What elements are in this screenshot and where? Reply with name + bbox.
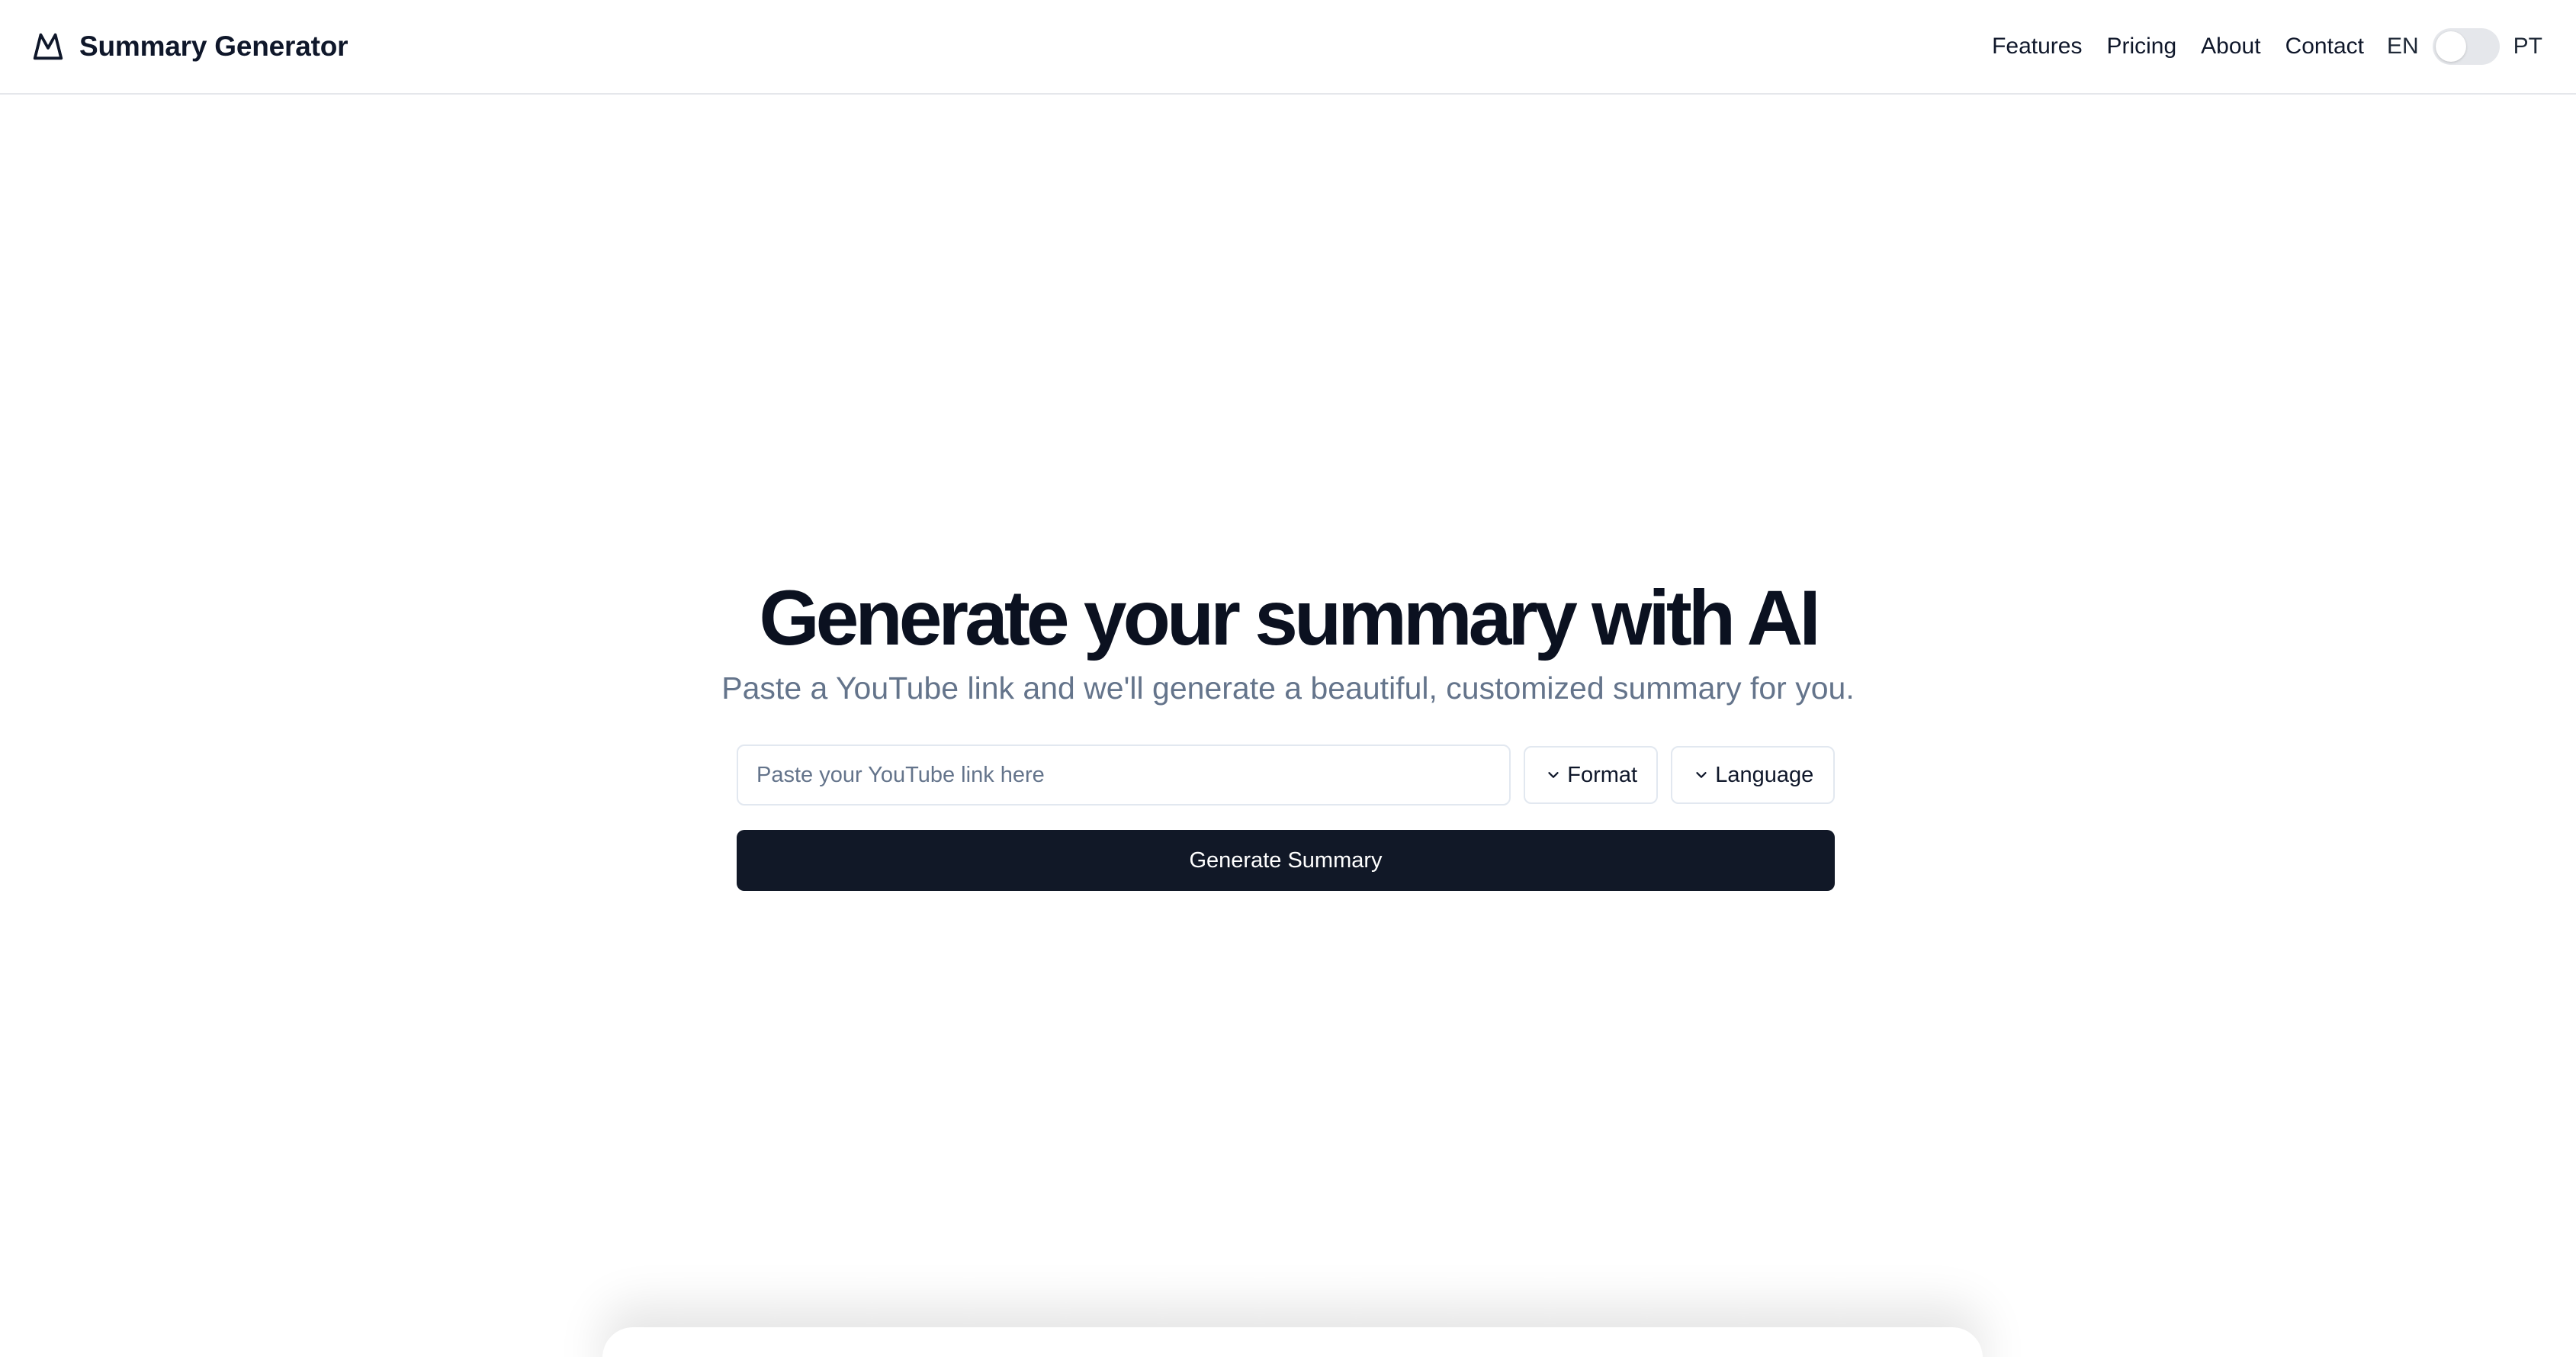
nav-link-about[interactable]: About bbox=[2201, 34, 2260, 59]
youtube-url-input[interactable] bbox=[737, 744, 1511, 806]
language-switcher: EN PT bbox=[2387, 28, 2542, 65]
format-select-label: Format bbox=[1567, 762, 1638, 787]
bottom-preview-card bbox=[602, 1327, 1983, 1357]
nav-link-pricing[interactable]: Pricing bbox=[2106, 34, 2176, 59]
page: Summary Generator Features Pricing About… bbox=[0, 0, 2576, 1357]
language-select-label: Language bbox=[1715, 762, 1814, 787]
hero-title: Generate your summary with AI bbox=[759, 574, 1820, 661]
generate-summary-button[interactable]: Generate Summary bbox=[737, 830, 1835, 891]
language-select[interactable]: Language bbox=[1671, 746, 1835, 804]
chevron-down-icon bbox=[1544, 766, 1563, 784]
brand-name: Summary Generator bbox=[79, 31, 348, 62]
brand-link[interactable]: Summary Generator bbox=[31, 29, 348, 64]
summary-form-controls: Format Language bbox=[737, 744, 1835, 806]
hero-subtitle: Paste a YouTube link and we'll generate … bbox=[721, 670, 1855, 706]
format-select[interactable]: Format bbox=[1523, 746, 1659, 804]
nav-link-features[interactable]: Features bbox=[1992, 34, 2082, 59]
mountain-icon bbox=[31, 29, 66, 64]
main-nav: Features Pricing About Contact EN PT bbox=[1967, 28, 2542, 65]
toggle-knob bbox=[2435, 31, 2466, 62]
language-toggle[interactable] bbox=[2432, 28, 2500, 65]
hero-section: Generate your summary with AI Paste a Yo… bbox=[0, 572, 2576, 709]
lang-label-en: EN bbox=[2386, 34, 2419, 59]
chevron-down-icon bbox=[1692, 766, 1710, 784]
nav-link-contact[interactable]: Contact bbox=[2285, 34, 2364, 59]
lang-label-pt: PT bbox=[2513, 34, 2542, 59]
top-navbar: Summary Generator Features Pricing About… bbox=[0, 0, 2576, 95]
